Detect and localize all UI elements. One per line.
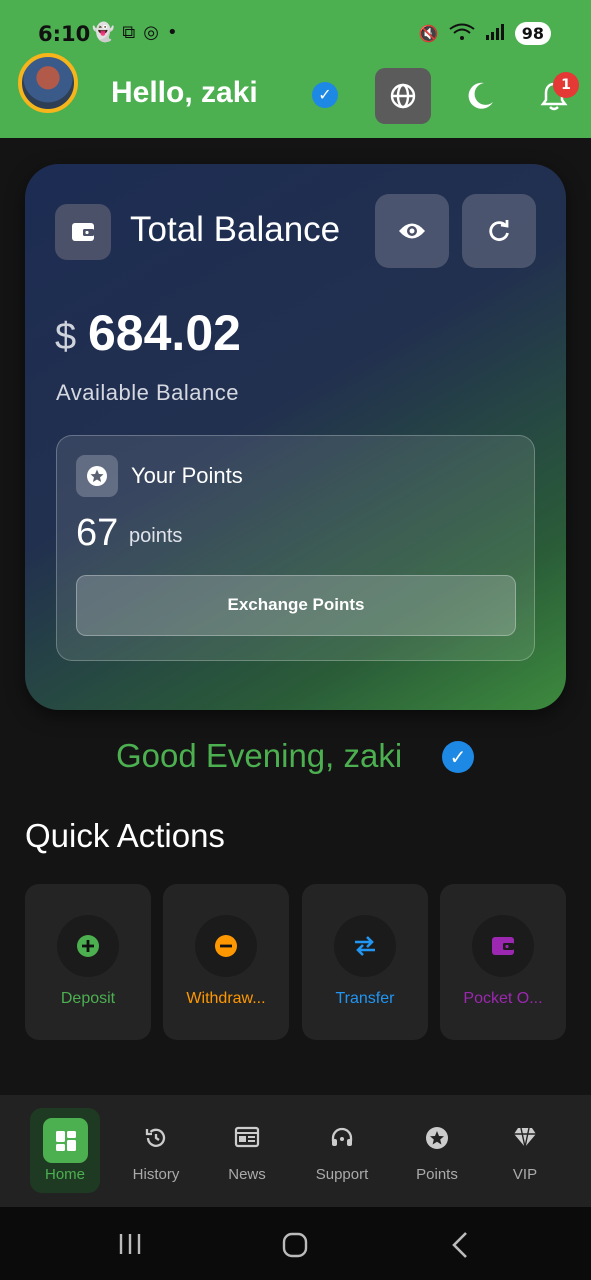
home-system-button[interactable] [282, 1232, 308, 1262]
nav-support[interactable]: Support [302, 1095, 382, 1207]
verified-badge-icon: ✓ [312, 82, 338, 108]
notification-badge: 1 [553, 72, 579, 98]
pocket-button[interactable]: Pocket O... [440, 884, 566, 1040]
headset-icon [329, 1125, 355, 1155]
instagram-icon: ◎ [143, 22, 159, 43]
balance-amount: 684.02 [88, 305, 241, 361]
nav-vip[interactable]: VIP [490, 1095, 560, 1207]
nav-vip-label: VIP [512, 1166, 538, 1183]
your-points-title: Your Points [131, 463, 243, 488]
scan-icon: ⧉ [122, 22, 136, 43]
nav-support-label: Support [315, 1166, 369, 1183]
pocket-label: Pocket O... [463, 990, 543, 1007]
points-unit: points [129, 525, 183, 547]
deposit-button[interactable]: Deposit [25, 884, 151, 1040]
nav-news[interactable]: News [212, 1095, 282, 1207]
toggle-visibility-button[interactable] [375, 194, 449, 268]
status-time: 6:10 [38, 22, 91, 46]
available-balance-label: Available Balance [56, 380, 239, 405]
history-icon [143, 1125, 169, 1155]
swap-icon [334, 915, 396, 977]
theme-toggle-button[interactable] [460, 74, 500, 118]
language-button[interactable] [375, 68, 431, 124]
refresh-button[interactable] [462, 194, 536, 268]
star-icon [424, 1125, 450, 1155]
points-panel: Your Points 67 points Exchange Points [56, 435, 535, 661]
moon-icon [468, 82, 493, 109]
transfer-label: Transfer [335, 990, 395, 1007]
nav-news-label: News [228, 1166, 266, 1183]
minus-icon [195, 915, 257, 977]
plus-icon [57, 915, 119, 977]
withdraw-label: Withdraw... [186, 990, 266, 1007]
system-navigation-bar [0, 1207, 591, 1280]
nav-home-label: Home [44, 1166, 85, 1183]
grid-icon [43, 1118, 88, 1163]
currency-symbol: $ [55, 316, 77, 358]
verified-badge-icon: ✓ [442, 741, 474, 773]
withdraw-button[interactable]: Withdraw... [163, 884, 289, 1040]
balance-card: Total Balance $ 684.02 Available Balance… [25, 164, 566, 710]
nav-points-label: Points [416, 1166, 458, 1183]
good-evening-text: Good Evening, zaki [116, 737, 403, 774]
status-icons-left: 👻 ⧉ ◎ • [92, 22, 178, 43]
refresh-icon [489, 220, 509, 241]
wifi-icon [449, 23, 475, 45]
total-balance-title: Total Balance [130, 210, 341, 249]
nav-points[interactable]: Points [402, 1095, 472, 1207]
dot-icon: • [167, 22, 178, 43]
snapchat-icon: 👻 [92, 22, 115, 43]
app-header: 6:10 👻 ⧉ ◎ • 🔇 98 Hello, zaki ✓ [0, 0, 591, 138]
nav-history-label: History [132, 1166, 180, 1183]
news-icon [234, 1125, 260, 1153]
back-button[interactable] [450, 1231, 470, 1263]
diamond-icon [512, 1125, 538, 1153]
points-value: 67 [76, 512, 119, 554]
recent-apps-button[interactable] [118, 1233, 142, 1259]
quick-actions-title: Quick Actions [25, 817, 225, 854]
globe-icon [390, 83, 416, 109]
nav-history[interactable]: History [121, 1095, 191, 1207]
mute-icon: 🔇 [418, 24, 439, 43]
battery-indicator: 98 [514, 22, 551, 45]
transfer-button[interactable]: Transfer [302, 884, 428, 1040]
star-icon [76, 455, 118, 497]
deposit-label: Deposit [60, 990, 116, 1007]
wallet-icon [55, 204, 111, 260]
status-icons-right: 🔇 98 [419, 22, 551, 45]
header-greeting: Hello, zaki [111, 76, 258, 109]
avatar[interactable] [18, 53, 78, 113]
wallet-icon [472, 915, 534, 977]
signal-icon [485, 23, 505, 45]
eye-icon [399, 223, 425, 239]
exchange-points-button[interactable]: Exchange Points [76, 575, 516, 636]
